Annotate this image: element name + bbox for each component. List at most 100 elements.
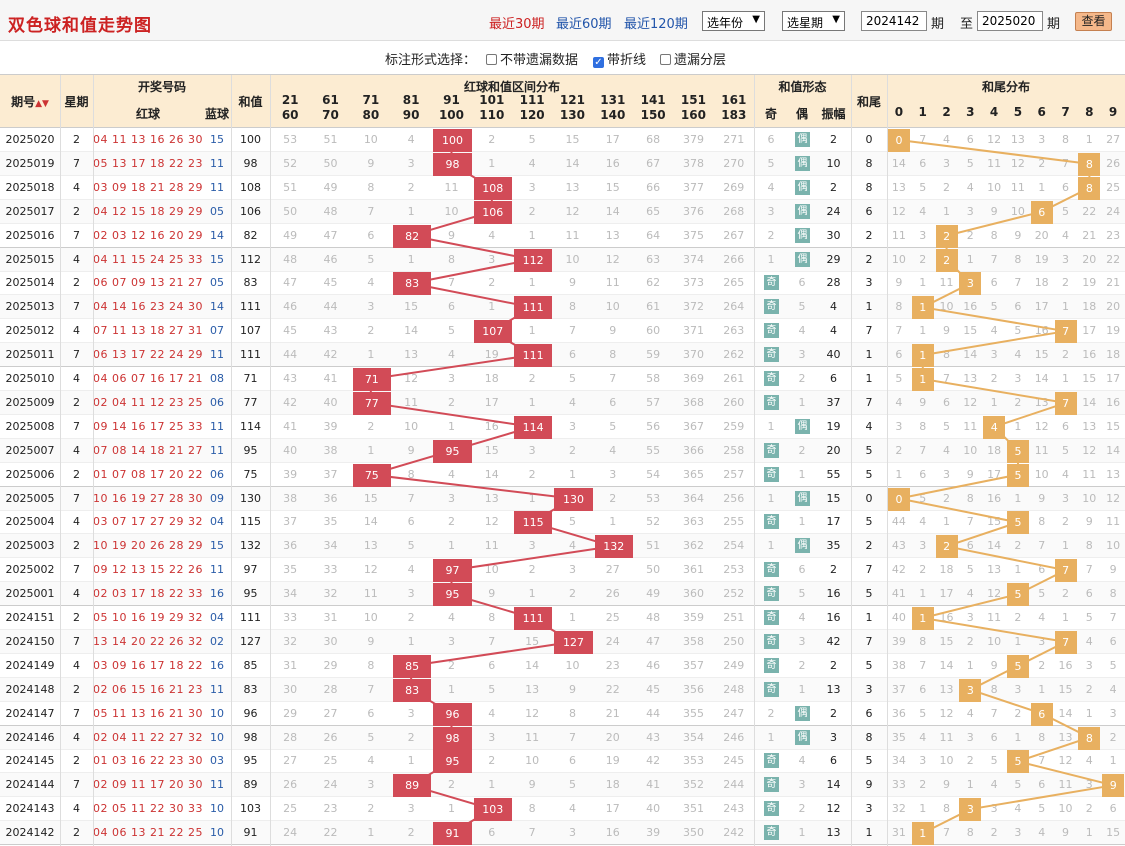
option-missing-layer[interactable]: 遗漏分层 — [660, 49, 726, 68]
tail-miss: 3 — [990, 802, 998, 816]
tail-miss: 5 — [895, 372, 903, 385]
sum-cell: 83 — [243, 276, 258, 290]
interval-miss: 9 — [609, 324, 617, 338]
tail-miss: 10 — [987, 634, 1002, 648]
tail-miss: 15 — [939, 634, 954, 648]
amplitude-cell: 19 — [826, 419, 841, 433]
red-balls-cell: 05 10 16 19 29 32 — [93, 611, 203, 624]
interval-miss: 8 — [407, 467, 415, 481]
tail-miss: 11 — [1034, 443, 1049, 457]
column-divider — [231, 128, 232, 846]
blue-ball-cell: 10 — [210, 826, 224, 840]
from-period-input[interactable]: 2024142 — [861, 11, 927, 31]
interval-miss: 4 — [367, 276, 375, 290]
interval-miss: 11 — [444, 180, 459, 194]
header-period[interactable]: 期号▲▼ — [0, 93, 60, 110]
interval-miss: 41 — [283, 419, 298, 433]
header-interval-21-60: 21 60 — [270, 93, 310, 123]
interval-miss: 267 — [723, 228, 745, 242]
tail-miss: 13 — [1082, 419, 1097, 433]
tail-miss: 15 — [1106, 826, 1121, 840]
period-cell: 2024146 — [5, 730, 55, 744]
tail-miss: 15 — [1106, 419, 1121, 433]
red-balls-cell: 04 11 15 24 25 33 — [93, 252, 203, 266]
interval-high: 90 — [402, 108, 420, 122]
amplitude-cell: 16 — [826, 587, 841, 601]
year-select[interactable]: 选年份 ▼ — [702, 11, 765, 31]
tail-miss: 42 — [891, 563, 906, 577]
option-no-missing[interactable]: 不带遗漏数据 — [486, 49, 578, 68]
sum-interval-hit: 77 — [352, 391, 391, 415]
interval-miss: 33 — [283, 611, 298, 624]
weekday-select[interactable]: 选星期 ▼ — [782, 11, 845, 31]
interval-miss: 246 — [723, 730, 745, 744]
checkbox-unchecked-icon[interactable] — [486, 54, 497, 65]
header-red: 红球 — [135, 107, 160, 121]
sum-interval-hit: 106 — [473, 200, 512, 224]
interval-miss: 14 — [565, 156, 580, 170]
tail-miss: 7 — [942, 826, 950, 840]
tail-hit: 1 — [911, 344, 934, 368]
tail-miss: 5 — [1014, 324, 1022, 338]
sum-cell: 111 — [240, 300, 261, 314]
interval-miss: 39 — [283, 467, 298, 481]
red-balls-cell: 02 05 11 22 30 33 — [93, 802, 203, 816]
interval-low: 71 — [362, 93, 380, 107]
checkbox-checked-icon[interactable]: ✓ — [593, 57, 604, 68]
interval-miss: 2 — [447, 658, 455, 672]
interval-miss: 11 — [404, 395, 419, 409]
interval-low: 141 — [640, 93, 666, 107]
tail-miss: 9 — [919, 395, 927, 409]
period-cell: 2024143 — [5, 802, 55, 816]
tail-miss: 8 — [966, 826, 974, 840]
tail-miss: 12 — [1034, 419, 1049, 433]
interval-miss: 44 — [646, 706, 661, 720]
interval-miss: 245 — [723, 754, 745, 768]
weekday-cell: 2 — [73, 395, 80, 409]
weekday-cell: 4 — [73, 324, 80, 338]
view-button[interactable]: 查看 — [1075, 12, 1112, 31]
odd-badge: 奇 — [764, 562, 779, 578]
sum-cell: 115 — [240, 515, 261, 529]
interval-miss: 1 — [367, 348, 375, 362]
tail-miss: 14 — [1082, 395, 1097, 409]
tail-miss: 1 — [1014, 419, 1022, 433]
odd-badge: 奇 — [764, 466, 779, 482]
recent-120-link[interactable]: 最近120期 — [624, 13, 688, 32]
tail-miss: 10 — [987, 180, 1002, 194]
interval-miss: 2 — [609, 491, 617, 505]
table-row: 2025002 7 09 12 13 15 22 26 11 97 35 33 12 4 97 10… — [0, 558, 1125, 583]
tail-miss: 2 — [919, 778, 927, 792]
options-bar: 标注形式选择： 不带遗漏数据 ✓ 带折线 遗漏分层 — [0, 41, 1125, 73]
interval-miss: 38 — [283, 491, 298, 505]
period-cell: 2025006 — [5, 467, 55, 481]
recent-60-link[interactable]: 最近60期 — [556, 13, 612, 32]
tail-miss: 13 — [939, 682, 954, 696]
tail-miss: 3 — [990, 348, 998, 362]
to-period-input[interactable]: 2025020 — [977, 11, 1043, 31]
weekday-cell: 4 — [73, 252, 80, 266]
interval-miss: 10 — [363, 611, 378, 624]
tail-miss: 7 — [1085, 563, 1093, 577]
tail-miss: 13 — [1058, 730, 1073, 744]
interval-miss: 1 — [447, 802, 455, 816]
weekday-cell: 4 — [73, 802, 80, 816]
tail-miss: 20 — [1106, 300, 1121, 314]
interval-miss: 40 — [283, 443, 298, 457]
tail-miss: 5 — [966, 156, 974, 170]
interval-miss: 50 — [646, 563, 661, 577]
tail-miss: 3 — [1061, 491, 1069, 505]
weekday-cell: 2 — [73, 276, 80, 290]
interval-miss: 56 — [646, 419, 661, 433]
interval-miss: 6 — [488, 658, 496, 672]
option-with-line[interactable]: ✓ 带折线 — [593, 49, 646, 68]
sum-interval-hit: 91 — [433, 822, 472, 846]
interval-miss: 23 — [323, 802, 338, 816]
tail-miss: 4 — [895, 395, 903, 409]
interval-miss: 46 — [646, 658, 661, 672]
tail-miss: 3 — [1085, 778, 1093, 792]
recent-30-link[interactable]: 最近30期 — [489, 13, 545, 32]
tail-miss: 7 — [966, 515, 974, 529]
checkbox-unchecked-icon[interactable] — [660, 54, 671, 65]
sort-arrows-icon[interactable]: ▲▼ — [35, 99, 49, 109]
